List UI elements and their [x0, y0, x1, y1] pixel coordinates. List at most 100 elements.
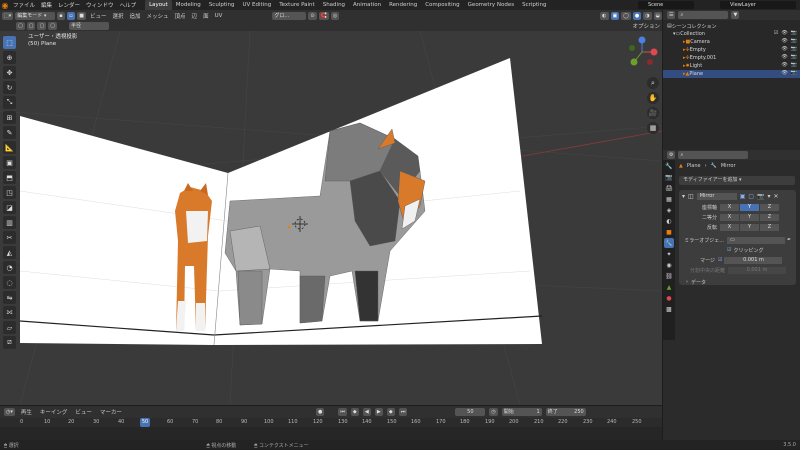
shading-solid-icon[interactable]: ●	[632, 11, 642, 20]
display-toggle-icon[interactable]: ▢	[748, 193, 754, 200]
measure-icon[interactable]: 📐	[3, 141, 16, 154]
current-frame-field[interactable]: 50	[455, 408, 486, 416]
tool-mode-icon-2[interactable]: ▢	[26, 22, 36, 30]
viewport-menu-add[interactable]: 追加	[128, 12, 143, 20]
proportional-edit-icon[interactable]: ◎	[330, 11, 340, 20]
preview-range-icon[interactable]: ◷	[489, 408, 498, 416]
jump-end-icon[interactable]: ⏭	[398, 408, 408, 416]
workspace-tab-modeling[interactable]: Modeling	[172, 0, 205, 10]
select-face-button[interactable]: ■	[77, 11, 86, 20]
camera-view-icon[interactable]: 🎥	[647, 107, 659, 119]
end-frame-field[interactable]: 終了 250	[545, 408, 586, 416]
bisect-y-toggle[interactable]: Y	[740, 213, 759, 221]
blender-logo-icon[interactable]: ◉	[0, 0, 10, 10]
world-tab-icon[interactable]: ◐	[664, 216, 674, 226]
next-key-icon[interactable]: ◆	[386, 408, 395, 416]
extrude-icon[interactable]: ⬒	[3, 171, 16, 184]
shear-icon[interactable]: ▱	[3, 321, 16, 334]
knife-icon[interactable]: ✂	[3, 231, 16, 244]
select-edge-button[interactable]: ▫	[67, 11, 76, 20]
menu-edit[interactable]: 編集	[38, 1, 55, 9]
camera-icon[interactable]: 📷	[791, 62, 797, 68]
workspace-tab-animation[interactable]: Animation	[349, 0, 385, 10]
timeline-editor-icon[interactable]: ◷▾	[4, 408, 15, 416]
data-subpanel[interactable]: › データ	[682, 278, 793, 286]
cursor-icon[interactable]: ⊕	[3, 51, 16, 64]
viewport-menu-uv[interactable]: UV	[213, 13, 225, 19]
play-reverse-icon[interactable]: ◀	[362, 408, 371, 416]
outliner-search-input[interactable]: ⌕	[678, 11, 729, 19]
workspace-tab-shading[interactable]: Shading	[319, 0, 349, 10]
editor-type-button[interactable]: ⬚▾	[2, 11, 14, 20]
tool-mode-icon[interactable]: ▢	[16, 22, 25, 30]
close-icon[interactable]: ✕	[774, 193, 779, 200]
workspace-tab-rendering[interactable]: Rendering	[385, 0, 421, 10]
poly-build-icon[interactable]: ◭	[3, 246, 16, 259]
scene-selector[interactable]: Scene	[638, 1, 694, 9]
constraints-tab-icon[interactable]: ⛓	[664, 271, 674, 281]
zoom-icon[interactable]: ⌕	[647, 77, 659, 89]
camera-icon[interactable]: 📷	[791, 38, 797, 44]
menu-window[interactable]: ウィンドウ	[83, 1, 117, 9]
add-cube-icon[interactable]: ▣	[3, 156, 16, 169]
view-layer-tab-icon[interactable]: ▦	[664, 194, 674, 204]
viewport-menu-view[interactable]: ビュー	[88, 12, 109, 20]
outliner-filter-icon[interactable]: ▼	[731, 11, 740, 19]
tool-tab-icon[interactable]: 🔧	[664, 161, 674, 171]
eye-icon[interactable]: 👁	[781, 38, 787, 44]
mirror-object-field[interactable]: ▭	[727, 236, 785, 244]
menu-file[interactable]: ファイル	[10, 1, 38, 9]
edge-slide-icon[interactable]: ⇋	[3, 291, 16, 304]
modifier-menu-icon[interactable]: ▾	[768, 193, 771, 200]
play-icon[interactable]: ▶	[374, 408, 383, 416]
eyedropper-icon[interactable]: ✒	[787, 237, 791, 243]
properties-search-input[interactable]: ⌕	[678, 151, 749, 159]
eye-icon[interactable]: 👁	[781, 54, 787, 60]
outliner-item-camera[interactable]: ▸■ Camera 👁 📷	[663, 38, 800, 46]
options-dropdown[interactable]: オプション	[630, 22, 662, 30]
flip-z-toggle[interactable]: Z	[760, 223, 779, 231]
scale-icon[interactable]: ⤡	[3, 96, 16, 109]
viewport-menu-select[interactable]: 選択	[110, 12, 125, 20]
tool-mode-icon-4[interactable]: ▢	[48, 22, 57, 30]
output-tab-icon[interactable]: 🖨	[664, 183, 674, 193]
camera-icon[interactable]: 📷	[791, 70, 797, 76]
merge-checkbox[interactable]: ☑	[718, 257, 722, 263]
grid-view-icon[interactable]: ▦	[647, 122, 659, 134]
shrink-icon[interactable]: ⟗	[3, 306, 16, 319]
data-tab-icon[interactable]: ▲	[664, 282, 674, 292]
merge-value-field[interactable]: 0.001 m	[724, 256, 783, 264]
outliner-item-empty-001[interactable]: ▸✣ Empty.001 👁 📷	[663, 54, 800, 62]
navigation-gizmo[interactable]	[626, 36, 658, 68]
collapse-chevron-icon[interactable]: ▾	[682, 193, 685, 200]
transform-orientation-dropdown[interactable]: グロ...	[272, 11, 307, 20]
eye-icon[interactable]: 👁	[781, 30, 787, 36]
workspace-tab-geometry-nodes[interactable]: Geometry Nodes	[464, 0, 518, 10]
material-tab-icon[interactable]: ●	[664, 293, 674, 303]
eye-icon[interactable]: 👁	[781, 70, 787, 76]
prev-key-icon[interactable]: ◆	[350, 408, 359, 416]
flip-x-toggle[interactable]: X	[720, 223, 739, 231]
editmode-toggle-icon[interactable]: ▣	[740, 193, 746, 200]
transform-mode-field[interactable]: 半径	[68, 22, 109, 30]
rip-icon[interactable]: ⧄	[3, 336, 16, 349]
axis-x-toggle[interactable]: X	[720, 203, 739, 211]
transform-icon[interactable]: ⊞	[3, 111, 16, 124]
properties-editor-type-icon[interactable]: ⚙	[667, 151, 676, 159]
workspace-tab-compositing[interactable]: Compositing	[421, 0, 463, 10]
scene-collection-row[interactable]: ▤ シーンコレクション	[663, 22, 800, 30]
bevel-icon[interactable]: ◪	[3, 201, 16, 214]
rotate-icon[interactable]: ↻	[3, 81, 16, 94]
select-vertex-button[interactable]: ▪	[57, 11, 66, 20]
workspace-tab-layout[interactable]: Layout	[145, 0, 172, 10]
add-modifier-button[interactable]: モディファイアーを追加 ▾	[679, 176, 795, 185]
viewport-menu-vertex[interactable]: 頂点	[173, 12, 188, 20]
outliner-item-plane[interactable]: ▸▲ Plane 👁 📷	[663, 70, 800, 78]
object-tab-icon[interactable]: ■	[664, 227, 674, 237]
timeline-menu-playback[interactable]: 再生	[19, 408, 34, 416]
axis-z-toggle[interactable]: Z	[760, 203, 779, 211]
tool-mode-icon-3[interactable]: ▢	[37, 22, 47, 30]
axis-y-toggle[interactable]: Y	[740, 203, 759, 211]
camera-icon[interactable]: 📷	[791, 30, 797, 36]
menu-render[interactable]: レンダー	[55, 1, 83, 9]
